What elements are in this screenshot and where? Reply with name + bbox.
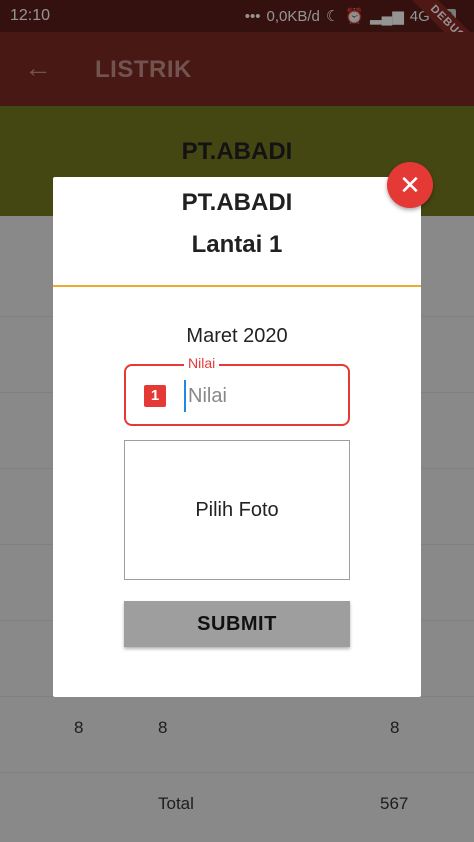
nilai-field[interactable]: Nilai 1 [124, 355, 350, 426]
close-icon[interactable]: ✕ [387, 162, 433, 208]
input-dialog: PT.ABADI Lantai 1 Maret 2020 Nilai 1 Pil… [53, 177, 421, 697]
number-badge-icon: 1 [144, 385, 166, 407]
pick-photo-label: Pilih Foto [195, 498, 279, 521]
dialog-floor: Lantai 1 [191, 231, 283, 258]
dialog-divider [53, 285, 421, 287]
dialog-company: PT.ABADI [181, 189, 293, 216]
nilai-input[interactable] [184, 380, 340, 412]
dialog-period: Maret 2020 [186, 325, 288, 347]
submit-button[interactable]: SUBMIT [124, 601, 350, 647]
pick-photo-button[interactable]: Pilih Foto [124, 440, 350, 580]
nilai-label: Nilai [184, 355, 220, 371]
